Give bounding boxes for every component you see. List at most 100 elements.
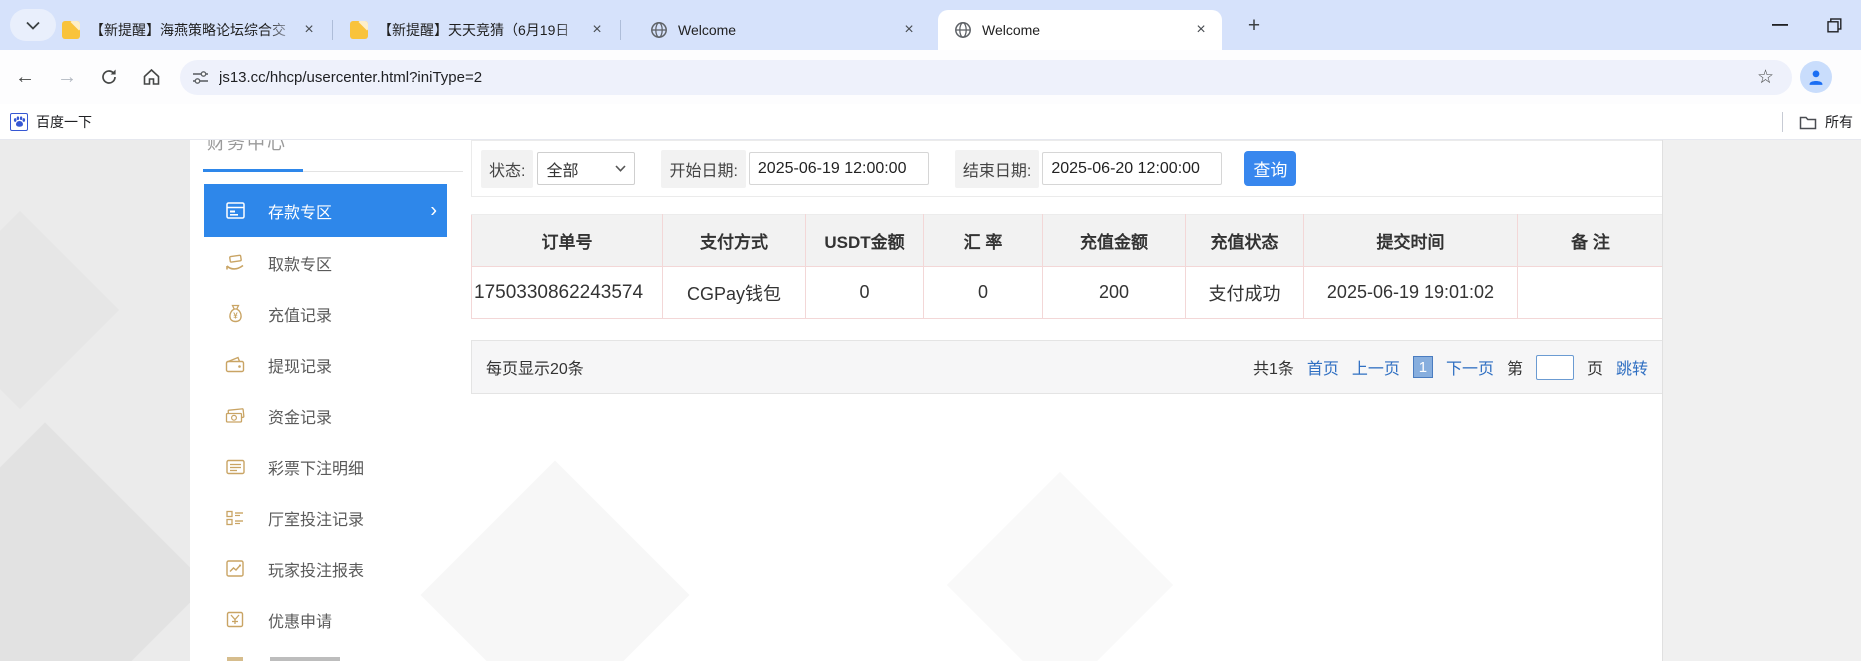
baidu-paw-icon <box>10 112 28 131</box>
col-recharge-amount: 充值金额 <box>1042 214 1186 267</box>
sidebar-item-lottery-bet-details[interactable]: 彩票下注明细 <box>204 441 447 492</box>
restore-icon <box>1826 17 1841 32</box>
prev-page-link[interactable]: 上一页 <box>1352 355 1400 379</box>
sidebar-item-label: 玩家投注报表 <box>268 562 365 580</box>
page-viewport: 财务中心 存款专区 › 取款专区 ¥ 充值记录 提现记录 资金记录 彩票下注明细… <box>0 140 1861 661</box>
watermark-shape <box>0 422 190 661</box>
sidebar-item-deposit[interactable]: 存款专区 › <box>204 184 447 237</box>
close-icon[interactable]: × <box>298 19 320 41</box>
forward-button[interactable]: → <box>50 60 84 94</box>
globe-icon <box>954 21 972 39</box>
mail-icon <box>350 21 368 39</box>
sidebar-item-withdrawal-records[interactable]: 提现记录 <box>204 339 447 390</box>
minimize-icon <box>1772 24 1788 26</box>
sidebar-item-label: 取款专区 <box>268 256 333 274</box>
tab-separator <box>332 20 333 40</box>
sidebar-item-recharge-records[interactable]: ¥ 充值记录 <box>204 288 447 339</box>
deposit-records-panel: 状态: 全部 开始日期: 结束日期: 查询 <box>471 140 1662 394</box>
sidebar-item-hall-bet-records[interactable]: 厅室投注记录 <box>204 492 447 543</box>
site-settings-icon <box>193 70 208 84</box>
close-icon[interactable]: × <box>1190 19 1212 41</box>
sidebar-item-clipped[interactable] <box>204 645 447 661</box>
clipped-label <box>270 657 340 661</box>
jump-go-link[interactable]: 跳转 <box>1616 355 1648 379</box>
sidebar-item-withdraw[interactable]: 取款专区 <box>204 237 447 288</box>
address-bar[interactable]: js13.cc/hhcp/usercenter.html?iniType=2 ☆ <box>180 59 1792 95</box>
status-select[interactable]: 全部 <box>537 152 636 185</box>
sidebar-item-label: 资金记录 <box>268 409 333 427</box>
status-selected-value: 全部 <box>546 162 579 180</box>
chevron-right-icon: › <box>430 199 437 221</box>
tab-separator <box>620 20 621 40</box>
tab-title: Welcome <box>678 22 737 38</box>
cell-usdt-amount: 0 <box>805 266 924 319</box>
tab-4-active[interactable]: Welcome × <box>938 10 1222 50</box>
tab-strip: 【新提醒】海燕策略论坛综合交 × 【新提醒】天天竞猜（6月19日 × Welco… <box>0 0 1861 50</box>
back-button[interactable]: ← <box>8 60 42 94</box>
current-page-badge[interactable]: 1 <box>1412 356 1433 378</box>
col-recharge-status: 充值状态 <box>1185 214 1304 267</box>
maximize-button[interactable] <box>1807 0 1861 50</box>
chevron-down-icon <box>26 21 40 30</box>
cell-recharge-status: 支付成功 <box>1185 266 1304 319</box>
col-exchange-rate: 汇 率 <box>923 214 1043 267</box>
start-date-label: 开始日期: <box>661 149 746 188</box>
wallet-icon <box>225 355 245 375</box>
banknotes-icon <box>225 406 245 426</box>
tab-3[interactable]: Welcome × <box>634 10 930 50</box>
first-page-link[interactable]: 首页 <box>1307 355 1339 379</box>
col-usdt-amount: USDT金额 <box>805 214 924 267</box>
all-bookmarks-label: 所有 <box>1825 114 1853 130</box>
sidebar-item-player-bet-report[interactable]: 玩家投注报表 <box>204 543 447 594</box>
reload-button[interactable] <box>92 60 126 94</box>
watermark-shape <box>946 471 1174 661</box>
person-icon <box>1809 70 1823 85</box>
folder-icon <box>1799 116 1817 129</box>
bookmark-star-icon[interactable]: ☆ <box>1757 66 1774 89</box>
checklist-icon <box>225 508 245 528</box>
browser-toolbar: ← → js13.cc/hhcp/usercenter.html?iniType… <box>0 50 1861 104</box>
minimize-button[interactable] <box>1753 0 1807 50</box>
profile-avatar[interactable] <box>1800 61 1832 93</box>
close-icon[interactable]: × <box>586 19 608 41</box>
all-bookmarks-button[interactable]: 所有 <box>1799 112 1861 132</box>
col-remark: 备 注 <box>1517 214 1662 267</box>
tab-1[interactable]: 【新提醒】海燕策略论坛综合交 × <box>46 10 330 50</box>
sidebar-item-promo-apply[interactable]: 优惠申请 <box>204 594 447 645</box>
jump-prefix-text: 第 <box>1506 361 1523 378</box>
tab-title: Welcome <box>982 22 1041 38</box>
col-pay-method: 支付方式 <box>662 214 806 267</box>
deposit-records-table: 订单号 支付方式 USDT金额 汇 率 充值金额 充值状态 提交时间 备 注 1… <box>471 214 1662 319</box>
tab-2[interactable]: 【新提醒】天天竞猜（6月19日 × <box>334 10 618 50</box>
query-button[interactable]: 查询 <box>1244 151 1297 186</box>
recharge-icon: ¥ <box>225 304 245 324</box>
watermark-shape <box>0 211 119 409</box>
sidebar-item-label: 充值记录 <box>268 307 333 325</box>
table-row: 1750330862243574 CGPay钱包 0 0 200 支付成功 20… <box>471 266 1662 319</box>
reload-icon <box>102 69 116 84</box>
end-date-label: 结束日期: <box>954 149 1040 188</box>
close-icon[interactable]: × <box>898 19 920 41</box>
col-order-no: 订单号 <box>471 214 663 267</box>
mail-icon <box>62 21 80 39</box>
cell-exchange-rate: 0 <box>923 266 1043 319</box>
new-tab-button[interactable]: + <box>1240 12 1268 40</box>
cell-order-no: 1750330862243574 <box>471 266 663 319</box>
tab-title: 【新提醒】天天竞猜（6月19日 <box>378 22 570 38</box>
bookmark-label: 百度一下 <box>36 113 92 130</box>
start-date-input[interactable] <box>748 152 929 185</box>
sidebar-item-funds-records[interactable]: 资金记录 <box>204 390 447 441</box>
end-date-input[interactable] <box>1042 152 1223 185</box>
chart-icon <box>225 559 245 579</box>
sidebar-item-label: 存款专区 <box>268 204 333 222</box>
home-icon <box>143 68 159 85</box>
next-page-link[interactable]: 下一页 <box>1446 355 1494 379</box>
finance-sidebar: 财务中心 存款专区 › 取款专区 ¥ 充值记录 提现记录 资金记录 彩票下注明细… <box>190 140 463 661</box>
page-left-margin <box>0 140 190 661</box>
per-page-text: 每页显示20条 <box>486 361 584 378</box>
bookmark-baidu[interactable]: 百度一下 <box>10 112 92 132</box>
sidebar-item-label: 提现记录 <box>268 358 333 376</box>
sidebar-item-label: 厅室投注记录 <box>268 511 365 529</box>
page-jump-input[interactable] <box>1535 354 1574 380</box>
home-button[interactable] <box>134 60 168 94</box>
